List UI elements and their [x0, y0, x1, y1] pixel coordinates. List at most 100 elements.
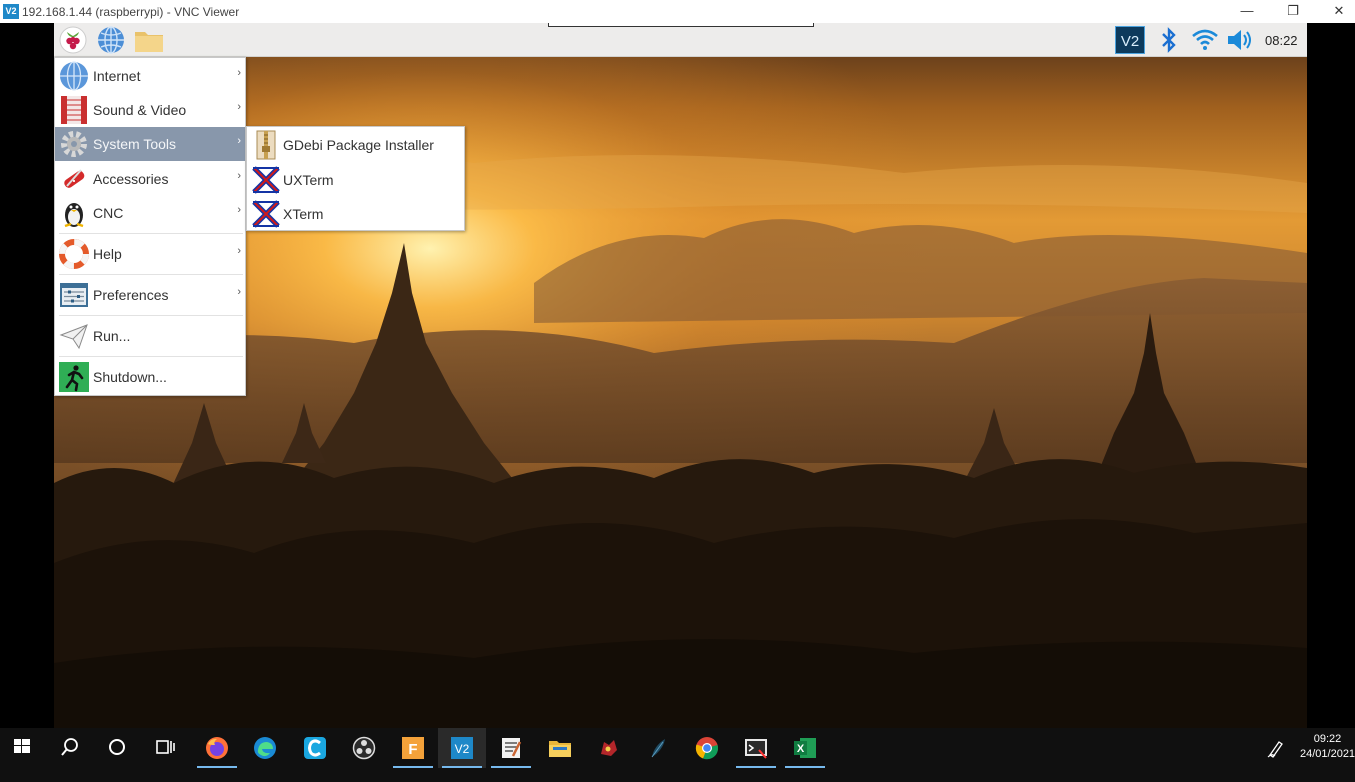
menu-item-label: Help	[93, 246, 122, 262]
pen-workspace-icon[interactable]	[1266, 738, 1286, 758]
taskbar-app-ccleaner[interactable]	[291, 728, 339, 768]
x-terminal-icon	[252, 200, 280, 228]
submenu-item-label: XTerm	[283, 206, 324, 222]
vnc-viewer-icon: V2	[451, 737, 473, 759]
x-terminal-icon	[252, 166, 280, 194]
submenu-item-xterm[interactable]: XTerm	[247, 197, 464, 231]
chrome-icon	[695, 737, 718, 760]
edge-icon	[254, 737, 276, 759]
taskbar-app-screen-capture[interactable]	[732, 728, 780, 768]
swiss-knife-icon	[64, 169, 85, 188]
chevron-right-icon: ›	[237, 101, 241, 113]
file-explorer-icon	[549, 741, 571, 757]
chevron-right-icon: ›	[237, 245, 241, 257]
chevron-right-icon: ›	[237, 204, 241, 216]
menu-item-label: Internet	[93, 68, 141, 84]
panel-clock[interactable]: 08:22	[1265, 33, 1298, 48]
obs-icon	[352, 736, 376, 760]
vnc-logo-icon: V2	[3, 4, 19, 19]
excel-icon-text: X	[797, 743, 805, 755]
menu-separator	[59, 315, 243, 316]
submenu-item-gdebi[interactable]: GDebi Package Installer	[247, 128, 464, 162]
vnc-title-bar[interactable]: V2 192.168.1.44 (raspberrypi) - VNC View…	[0, 0, 1355, 23]
windows-start-button[interactable]	[0, 728, 48, 768]
menu-item-label: Sound & Video	[93, 102, 187, 118]
menu-item-label: CNC	[93, 205, 124, 221]
submenu-item-label: GDebi Package Installer	[283, 137, 434, 153]
feather-icon	[651, 739, 665, 758]
taskbar-app-file-explorer[interactable]	[536, 728, 584, 768]
ccleaner-icon	[304, 737, 326, 759]
menu-item-shutdown[interactable]: Shutdown...	[55, 360, 245, 394]
volume-icon[interactable]	[1225, 26, 1255, 54]
menu-item-sound-video[interactable]: Sound & Video ›	[55, 93, 245, 127]
running-indicator	[785, 766, 825, 768]
chevron-right-icon: ›	[237, 170, 241, 182]
film-icon	[61, 96, 87, 124]
menu-separator	[59, 233, 243, 234]
running-indicator	[442, 766, 482, 768]
task-view-button[interactable]	[142, 728, 190, 768]
cortana-icon	[109, 739, 125, 755]
running-indicator	[736, 766, 776, 768]
taskbar-app-fusion[interactable]: F	[389, 728, 437, 768]
taskbar-app-firefox[interactable]	[193, 728, 241, 768]
penguin-icon	[64, 203, 84, 228]
submenu-item-label: UXTerm	[283, 172, 334, 188]
chevron-right-icon: ›	[237, 67, 241, 79]
minimize-button[interactable]: —	[1224, 0, 1270, 23]
task-view-icon	[156, 740, 175, 754]
vnc-viewer-icon-text: V2	[455, 742, 470, 756]
menu-item-cnc[interactable]: CNC ›	[55, 196, 245, 230]
running-indicator	[491, 766, 531, 768]
search-button[interactable]	[47, 728, 95, 768]
windows-taskbar: F V2 X 09:22 24/01/2021	[0, 728, 1355, 782]
window-title: 192.168.1.44 (raspberrypi) - VNC Viewer	[22, 5, 240, 19]
taskbar-app-chrome[interactable]	[683, 728, 731, 768]
taskbar-app-notepad[interactable]	[487, 728, 535, 768]
restore-button[interactable]: ❐	[1270, 0, 1316, 23]
web-browser-icon[interactable]	[96, 26, 126, 54]
system-tools-submenu: GDebi Package Installer UXTerm XTerm	[246, 126, 465, 231]
bluetooth-icon[interactable]	[1154, 26, 1184, 54]
taskbar-app-excel[interactable]: X	[781, 728, 829, 768]
taskbar-app-game[interactable]	[585, 728, 633, 768]
running-indicator	[197, 766, 237, 768]
cortana-button[interactable]	[94, 728, 142, 768]
menu-item-preferences[interactable]: Preferences ›	[55, 278, 245, 312]
raspberry-menu-icon[interactable]	[58, 26, 88, 54]
taskbar-time: 09:22	[1313, 733, 1342, 745]
notepad-icon	[502, 738, 522, 758]
firefox-icon	[206, 737, 228, 759]
submenu-item-uxterm[interactable]: UXTerm	[247, 163, 464, 197]
globe-icon	[60, 61, 88, 91]
file-manager-icon[interactable]	[134, 26, 164, 54]
taskbar-app-feather[interactable]	[634, 728, 682, 768]
screen-capture-icon	[745, 739, 767, 759]
package-icon	[256, 130, 276, 160]
menu-item-system-tools[interactable]: System Tools ›	[55, 127, 245, 161]
exit-icon	[59, 362, 89, 392]
menu-item-internet[interactable]: Internet ›	[55, 59, 245, 93]
vnc-server-icon[interactable]: V2	[1115, 26, 1145, 54]
taskbar-clock[interactable]: 09:22 24/01/2021	[1300, 732, 1355, 762]
taskbar-date: 24/01/2021	[1300, 748, 1355, 760]
pi-top-panel: V2 08:22	[54, 23, 1307, 57]
windows-start-icon	[14, 739, 30, 753]
lifebuoy-icon	[59, 239, 89, 269]
wifi-icon[interactable]	[1190, 26, 1220, 54]
game-icon	[601, 740, 617, 756]
taskbar-app-edge[interactable]	[241, 728, 289, 768]
taskbar-app-vnc-viewer[interactable]: V2	[438, 728, 486, 768]
close-button[interactable]: ✕	[1316, 0, 1355, 23]
taskbar-app-obs[interactable]	[340, 728, 388, 768]
menu-separator	[59, 274, 243, 275]
application-menu: Internet › Sound & Video › System Tools …	[54, 57, 246, 396]
remote-desktop[interactable]: V2 08:22 Internet › Sound & Video › Syst…	[54, 23, 1307, 728]
menu-item-run[interactable]: Run...	[55, 319, 245, 353]
menu-item-label: System Tools	[93, 136, 176, 152]
panel-window-outline	[548, 23, 814, 27]
sliders-icon	[60, 283, 88, 307]
menu-item-accessories[interactable]: Accessories ›	[55, 162, 245, 196]
menu-item-help[interactable]: Help ›	[55, 237, 245, 271]
